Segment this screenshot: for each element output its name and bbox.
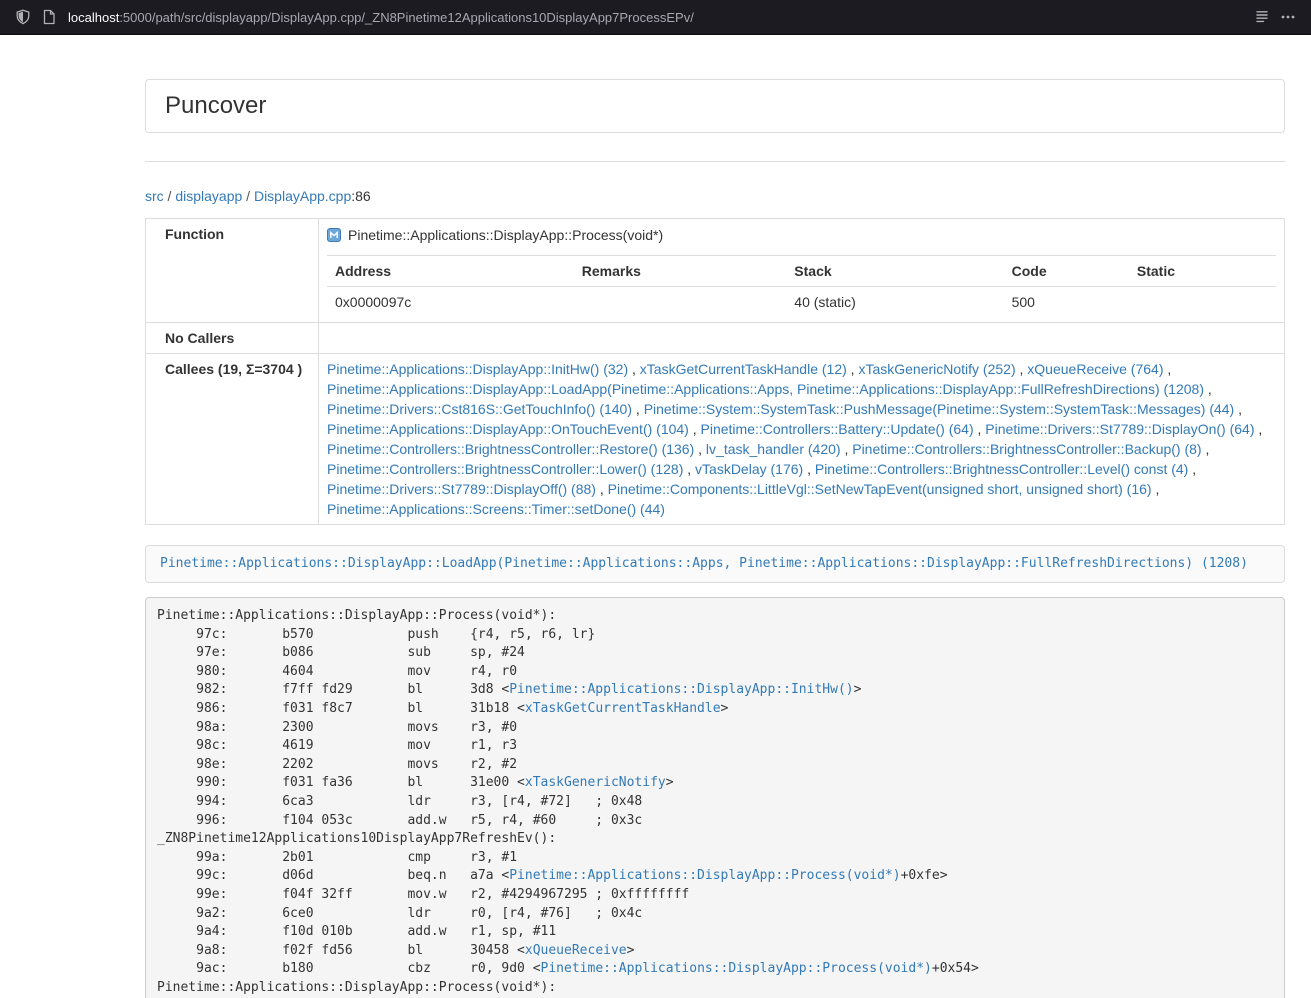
highlighted-callee-link[interactable]: Pinetime::Applications::DisplayApp::Load…	[160, 556, 1248, 571]
callee-separator: ,	[1234, 401, 1242, 417]
app-header-panel: Puncover	[145, 79, 1285, 133]
details-value-row: 0x0000097c 40 (static)500	[327, 287, 1276, 318]
callees-row: Callees (19, Σ=3704 ) Pinetime::Applicat…	[146, 354, 1285, 525]
code-symbol-link[interactable]: Pinetime::Applications::DisplayApp::Init…	[509, 682, 853, 697]
function-cell: Pinetime::Applications::DisplayApp::Proc…	[319, 219, 1285, 323]
callee-link[interactable]: Pinetime::Controllers::Battery::Update()…	[701, 421, 974, 437]
breadcrumb: src / displayapp / DisplayApp.cpp:86	[145, 186, 1285, 206]
highlighted-source-line-box: Pinetime::Applications::DisplayApp::Load…	[145, 545, 1285, 583]
callee-link[interactable]: Pinetime::Drivers::St7789::DisplayOff() …	[327, 481, 596, 497]
callee-separator: ,	[596, 481, 608, 497]
callee-link[interactable]: Pinetime::Controllers::BrightnessControl…	[327, 461, 683, 477]
callee-link[interactable]: Pinetime::Applications::DisplayApp::OnTo…	[327, 421, 689, 437]
details-value-cell	[1129, 287, 1276, 318]
header-divider	[145, 161, 1285, 162]
page-icon-glyph	[42, 9, 56, 25]
code-symbol-link[interactable]: xQueueReceive	[525, 943, 627, 958]
function-details-table: AddressRemarksStackCodeStatic 0x0000097c…	[327, 255, 1276, 317]
callee-link[interactable]: xQueueReceive (764)	[1027, 361, 1163, 377]
code-symbol-link[interactable]: Pinetime::Applications::DisplayApp::Proc…	[541, 961, 932, 976]
callee-separator: ,	[1016, 361, 1028, 377]
page-content: Puncover src / displayapp / DisplayApp.c…	[145, 79, 1285, 998]
reader-mode-icon[interactable]	[1249, 4, 1275, 30]
assembly-code-block: Pinetime::Applications::DisplayApp::Proc…	[145, 597, 1285, 998]
url-bar[interactable]: localhost:5000/path/src/displayapp/Displ…	[68, 10, 1249, 25]
callee-separator: ,	[1202, 441, 1210, 457]
callee-link[interactable]: Pinetime::Components::LittleVgl::SetNewT…	[608, 481, 1152, 497]
details-value-cell	[574, 287, 787, 318]
page-info-icon[interactable]	[36, 4, 62, 30]
callee-link[interactable]: Pinetime::Drivers::Cst816S::GetTouchInfo…	[327, 401, 632, 417]
callee-separator: ,	[689, 421, 701, 437]
breadcrumb-link[interactable]: src	[145, 188, 164, 204]
meatball-menu-glyph	[1280, 9, 1296, 25]
url-path: :5000/path/src/displayapp/DisplayApp.cpp…	[119, 10, 694, 25]
page-title: Puncover	[165, 92, 1265, 120]
callers-row: No Callers	[146, 323, 1285, 354]
callee-separator: ,	[632, 401, 644, 417]
details-header-cell: Address	[327, 256, 574, 287]
code-symbol-link[interactable]: Pinetime::Applications::DisplayApp::Proc…	[509, 868, 900, 883]
details-value-cell: 500	[1004, 287, 1129, 318]
shield-icon-glyph	[15, 9, 31, 25]
callee-separator: ,	[1255, 421, 1263, 437]
function-row: Function Pinetime::Applications::Display…	[146, 219, 1285, 323]
breadcrumb-link[interactable]: DisplayApp.cpp	[254, 188, 351, 204]
callee-separator: ,	[1152, 481, 1160, 497]
callee-link[interactable]: Pinetime::Drivers::St7789::DisplayOn() (…	[985, 421, 1254, 437]
breadcrumb-separator: /	[242, 188, 254, 204]
callee-link[interactable]: xTaskGetCurrentTaskHandle (12)	[640, 361, 847, 377]
callee-link[interactable]: xTaskGenericNotify (252)	[858, 361, 1015, 377]
function-signature: Pinetime::Applications::DisplayApp::Proc…	[348, 227, 663, 243]
callee-separator: ,	[841, 441, 853, 457]
details-header-cell: Stack	[786, 256, 1003, 287]
callee-link[interactable]: vTaskDelay (176)	[695, 461, 803, 477]
callee-link[interactable]: Pinetime::System::SystemTask::PushMessag…	[644, 401, 1235, 417]
breadcrumb-link[interactable]: displayapp	[175, 188, 242, 204]
callee-separator: ,	[1163, 361, 1171, 377]
callee-link[interactable]: Pinetime::Applications::DisplayApp::Init…	[327, 361, 628, 377]
callee-link[interactable]: lv_task_handler (420)	[706, 441, 841, 457]
callee-separator: ,	[803, 461, 815, 477]
code-symbol-link[interactable]: xTaskGetCurrentTaskHandle	[525, 701, 721, 716]
callee-link[interactable]: Pinetime::Applications::Screens::Timer::…	[327, 501, 665, 517]
reader-icon-glyph	[1254, 9, 1270, 25]
callees-row-label: Callees (19, Σ=3704 )	[146, 354, 319, 525]
details-header-row: AddressRemarksStackCodeStatic	[327, 256, 1276, 287]
callee-separator: ,	[683, 461, 695, 477]
callee-separator: ,	[974, 421, 986, 437]
callee-link[interactable]: Pinetime::Controllers::BrightnessControl…	[815, 461, 1188, 477]
breadcrumb-line-number: :86	[351, 188, 370, 204]
callee-link[interactable]: Pinetime::Controllers::BrightnessControl…	[327, 441, 694, 457]
function-row-label: Function	[146, 219, 319, 323]
callee-separator: ,	[1204, 381, 1212, 397]
method-icon	[327, 227, 341, 247]
browser-toolbar: localhost:5000/path/src/displayapp/Displ…	[0, 0, 1311, 35]
browser-window: localhost:5000/path/src/displayapp/Displ…	[0, 0, 1311, 998]
function-table: Function Pinetime::Applications::Display…	[145, 218, 1285, 525]
callee-separator: ,	[847, 361, 859, 377]
callee-separator: ,	[694, 441, 706, 457]
callee-separator: ,	[1188, 461, 1196, 477]
function-signature-line: Pinetime::Applications::DisplayApp::Proc…	[327, 224, 1276, 250]
callee-link[interactable]: Pinetime::Controllers::BrightnessControl…	[852, 441, 1201, 457]
overflow-menu-icon[interactable]	[1275, 4, 1301, 30]
callee-separator: ,	[628, 361, 640, 377]
tracking-protection-shield-icon[interactable]	[10, 4, 36, 30]
callers-cell	[319, 323, 1285, 354]
toolbar-right-actions	[1249, 4, 1301, 30]
details-value-cell: 0x0000097c	[327, 287, 574, 318]
url-host: localhost	[68, 10, 119, 25]
details-header-cell: Remarks	[574, 256, 787, 287]
callees-list: Pinetime::Applications::DisplayApp::Init…	[319, 354, 1285, 525]
details-header-cell: Code	[1004, 256, 1129, 287]
details-header-cell: Static	[1129, 256, 1276, 287]
details-value-cell: 40 (static)	[786, 287, 1003, 318]
code-symbol-link[interactable]: xTaskGenericNotify	[525, 775, 666, 790]
callers-row-label: No Callers	[146, 323, 319, 354]
breadcrumb-separator: /	[164, 188, 176, 204]
callee-link[interactable]: Pinetime::Applications::DisplayApp::Load…	[327, 381, 1204, 397]
